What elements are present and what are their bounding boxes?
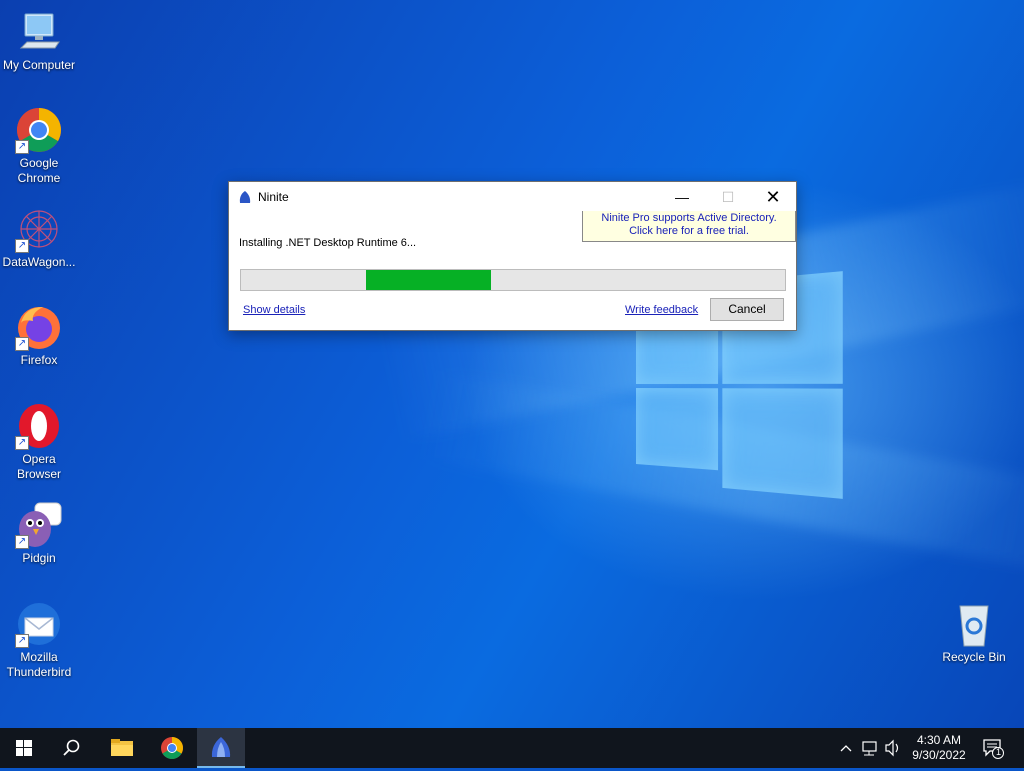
desktop-icon-datawagon[interactable]: ↗ DataWagon... xyxy=(0,205,78,270)
ad-line-1: Ninite Pro supports Active Directory. xyxy=(601,212,777,224)
cancel-button[interactable]: Cancel xyxy=(710,298,784,321)
ninite-icon xyxy=(239,191,251,203)
clock-time: 4:30 AM xyxy=(916,733,962,747)
desktop-icon-label: Opera Browser xyxy=(16,452,61,481)
chrome-icon xyxy=(161,737,183,759)
write-feedback-link[interactable]: Write feedback xyxy=(625,304,698,316)
desktop-icon-google-chrome[interactable]: ↗ Google Chrome xyxy=(0,106,78,186)
recycle-bin-icon xyxy=(950,600,998,648)
opera-icon: ↗ xyxy=(15,402,63,450)
shortcut-arrow-icon: ↗ xyxy=(15,436,29,450)
desktop-icon-label: Mozilla Thunderbird xyxy=(6,650,72,679)
taskbar: 4:30 AM 9/30/2022 1 xyxy=(0,728,1024,768)
taskbar-clock[interactable]: 4:30 AM 9/30/2022 xyxy=(904,733,974,763)
firefox-icon: ↗ xyxy=(15,303,63,351)
progress-bar xyxy=(240,269,786,291)
shortcut-arrow-icon: ↗ xyxy=(15,535,29,549)
maximize-button[interactable]: ☐ xyxy=(705,182,751,212)
notification-center-button[interactable]: 1 xyxy=(982,737,1004,759)
shortcut-arrow-icon: ↗ xyxy=(15,634,29,648)
clock-date: 9/30/2022 xyxy=(912,748,966,762)
show-details-link[interactable]: Show details xyxy=(243,304,305,316)
minimize-button[interactable]: — xyxy=(659,182,705,212)
desktop-icon-pidgin[interactable]: ↗ Pidgin xyxy=(0,501,78,566)
shortcut-arrow-icon: ↗ xyxy=(15,337,29,351)
ad-line-2: Click here for a free trial. xyxy=(629,225,749,237)
thunderbird-icon: ↗ xyxy=(15,600,63,648)
start-icon xyxy=(16,740,32,756)
chrome-icon: ↗ xyxy=(15,106,63,154)
volume-icon[interactable] xyxy=(885,739,899,757)
desktop-icon-label: DataWagon... xyxy=(2,255,76,269)
dialog-titlebar[interactable]: Ninite — ☐ ✕ xyxy=(229,182,796,212)
pidgin-icon: ↗ xyxy=(15,501,63,549)
dialog-title: Ninite xyxy=(258,190,289,204)
desktop-icon-label: Pidgin xyxy=(22,551,56,565)
desktop: My Computer ↗ Google Chrome ↗ DataWagon.… xyxy=(0,0,1024,728)
file-explorer-icon xyxy=(111,739,133,756)
shortcut-arrow-icon: ↗ xyxy=(15,140,29,154)
desktop-icon-recycle-bin[interactable]: Recycle Bin xyxy=(935,600,1013,665)
computer-icon xyxy=(15,8,63,56)
desktop-icon-label: My Computer xyxy=(2,58,76,72)
start-button[interactable] xyxy=(0,728,48,768)
desktop-icon-firefox[interactable]: ↗ Firefox xyxy=(0,303,78,368)
ninite-icon xyxy=(211,737,231,757)
taskbar-chrome[interactable] xyxy=(148,728,196,768)
install-status: Installing .NET Desktop Runtime 6... xyxy=(239,237,417,249)
shortcut-arrow-icon: ↗ xyxy=(15,239,29,253)
progress-fill xyxy=(366,270,491,290)
desktop-icon-opera-browser[interactable]: ↗ Opera Browser xyxy=(0,402,78,482)
desktop-icon-label: Google Chrome xyxy=(17,156,61,185)
desktop-icon-my-computer[interactable]: My Computer xyxy=(0,8,78,73)
network-icon[interactable] xyxy=(862,741,877,756)
system-tray xyxy=(836,728,906,768)
ninite-dialog: Ninite — ☐ ✕ Ninite Pro supports Active … xyxy=(228,181,797,331)
taskbar-file-explorer[interactable] xyxy=(98,728,146,768)
desktop-icon-label: Recycle Bin xyxy=(942,650,1006,664)
ninite-pro-ad[interactable]: Ninite Pro supports Active Directory. Cl… xyxy=(582,211,796,242)
taskbar-ninite[interactable] xyxy=(197,728,245,768)
datawagon-icon: ↗ xyxy=(15,205,63,253)
desktop-icon-label: Firefox xyxy=(20,353,58,367)
search-icon xyxy=(63,739,80,756)
desktop-icon-mozilla-thunderbird[interactable]: ↗ Mozilla Thunderbird xyxy=(0,600,78,680)
search-button[interactable] xyxy=(48,728,96,768)
show-hidden-icons-icon[interactable] xyxy=(840,745,852,752)
close-button[interactable]: ✕ xyxy=(750,182,796,212)
notification-count: 1 xyxy=(995,747,1001,757)
